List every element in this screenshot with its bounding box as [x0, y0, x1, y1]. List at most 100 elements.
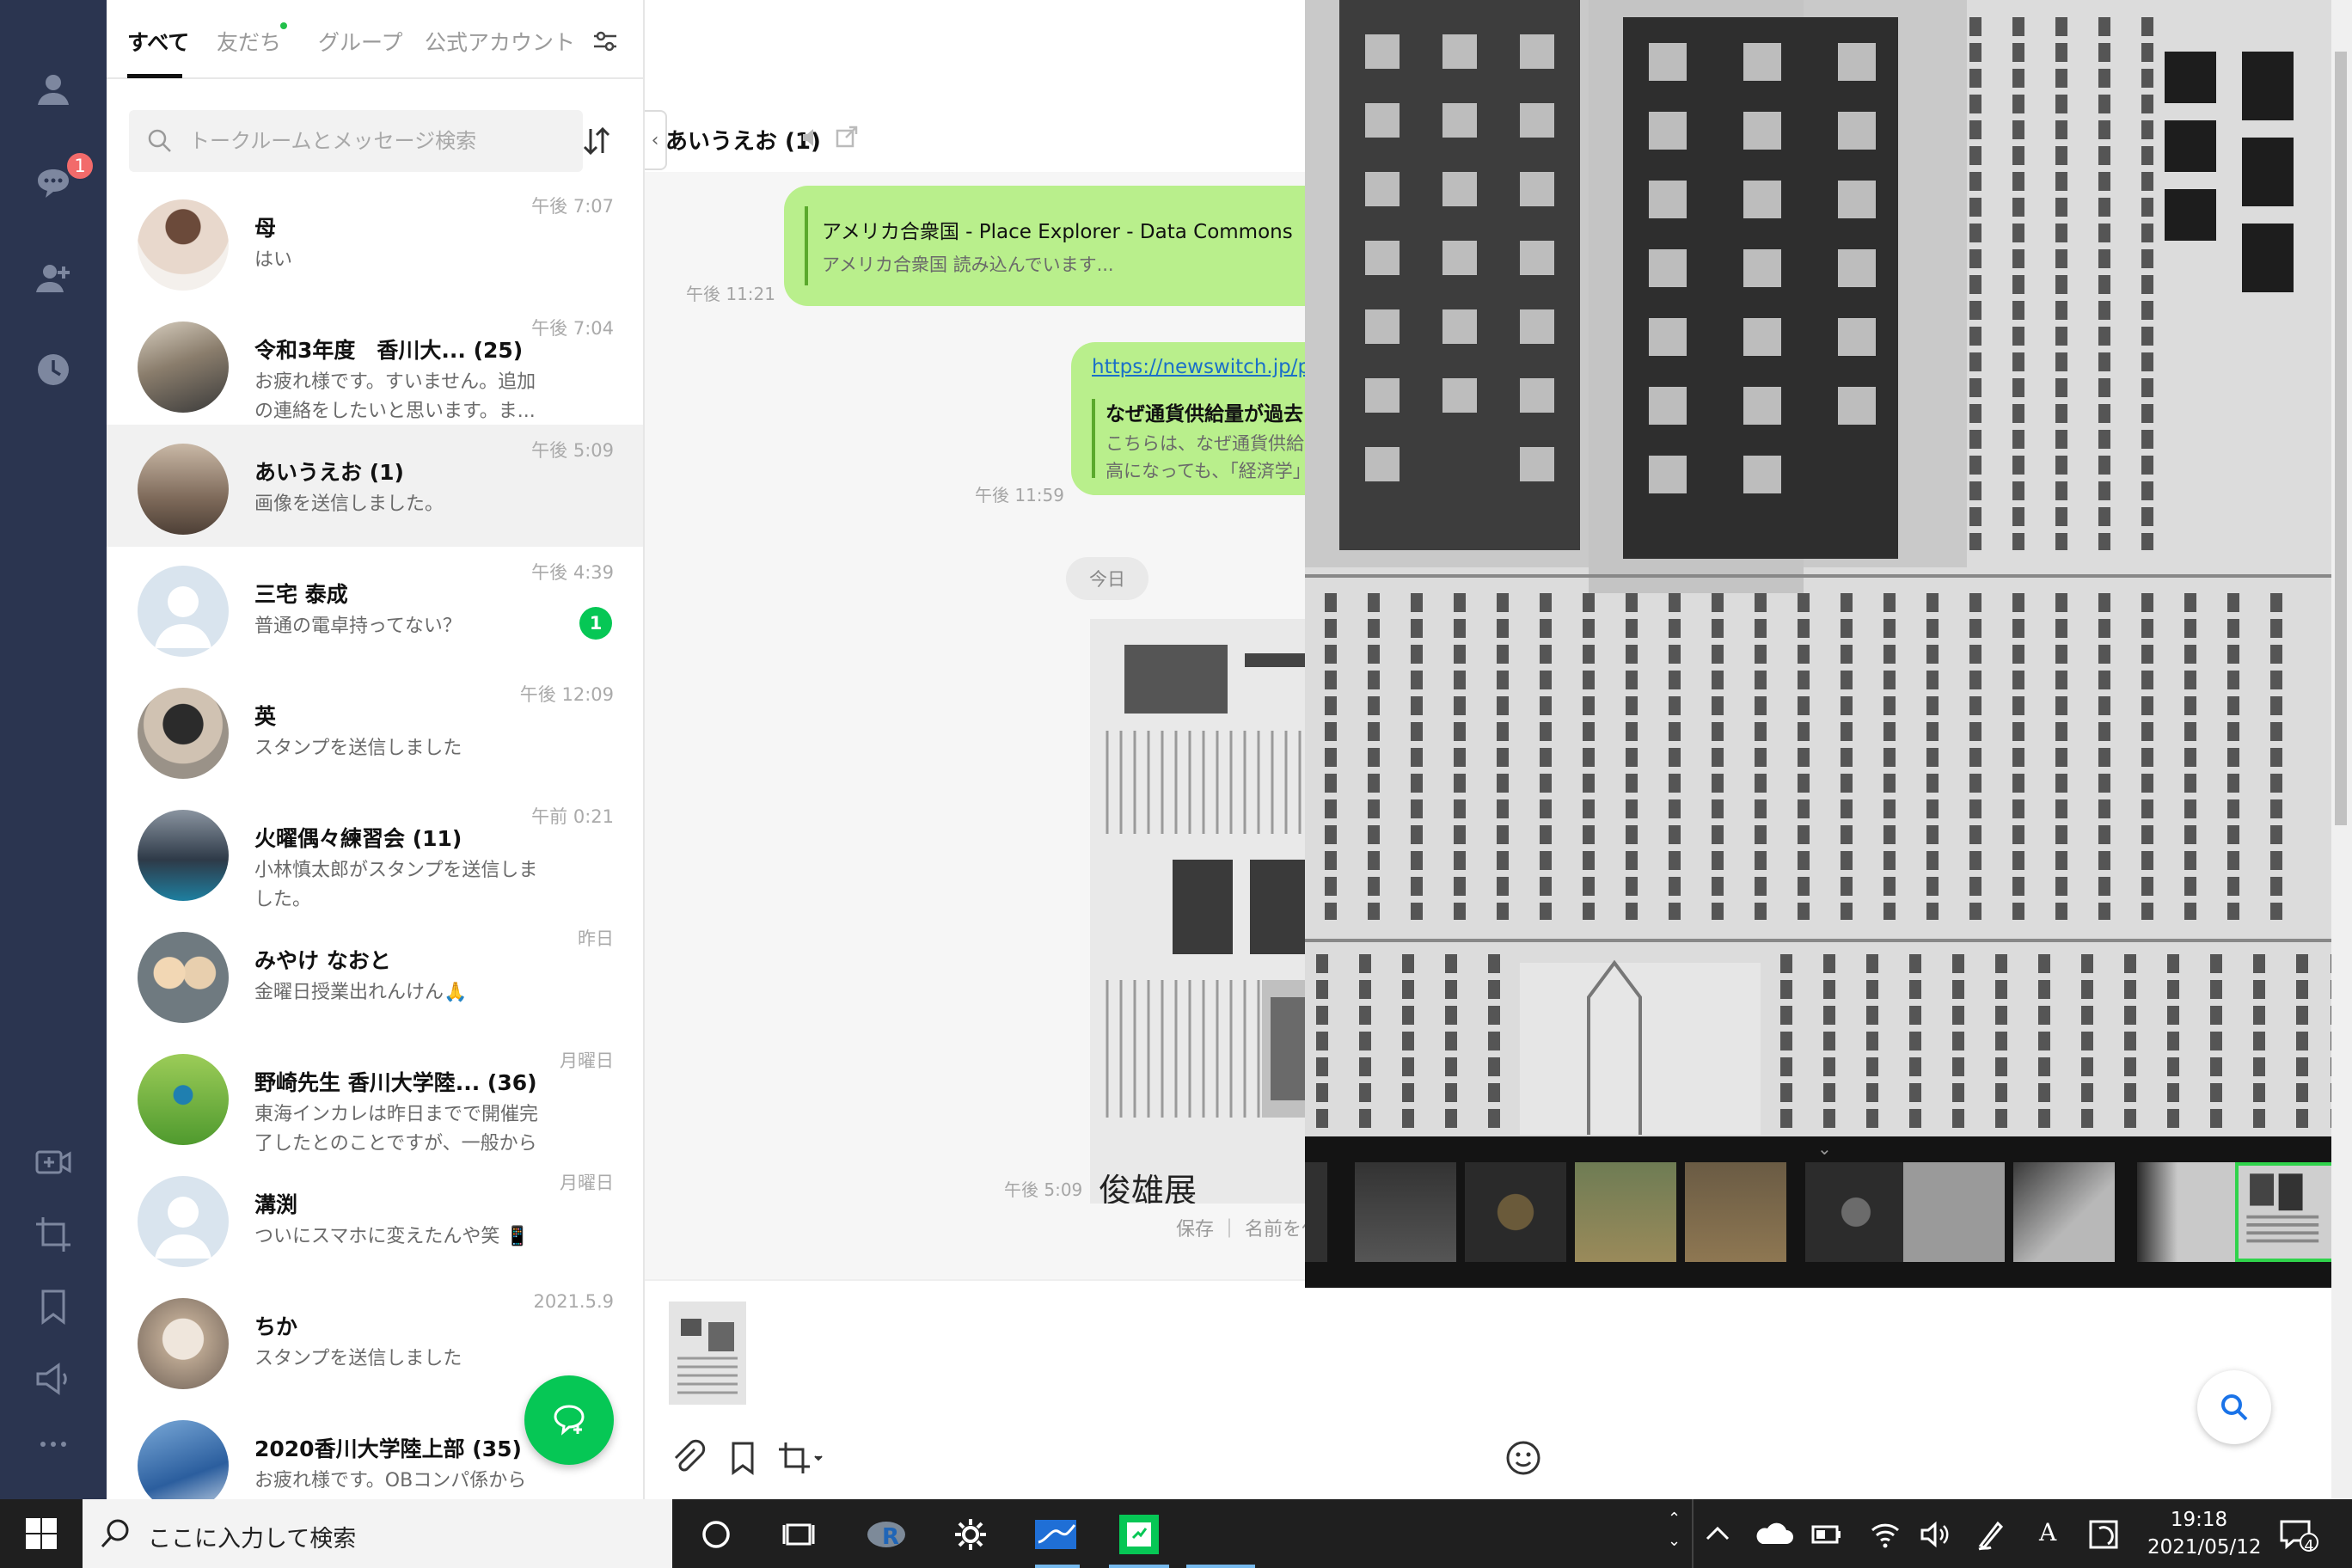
chat-row-aiueo[interactable]: あいうえお (1) 画像を送信しました。 午後 5:09: [107, 425, 643, 547]
pen-ink-icon[interactable]: [1972, 1516, 2008, 1553]
chat-name: 2020香川大学陸上部 (35): [254, 1436, 522, 1461]
newspaper-photo[interactable]: [1305, 0, 2352, 1136]
chat-row-mizobuchi[interactable]: 溝渕 ついにスマホに変えたんや笑 📱 月曜日: [107, 1157, 643, 1279]
screenshot-crop-icon[interactable]: [28, 1209, 79, 1260]
chat-unread-badge: 1: [65, 151, 95, 181]
film-thumbnail[interactable]: [1465, 1162, 1566, 1262]
sort-icon[interactable]: [576, 120, 617, 162]
chat-time: 午前 0:21: [531, 806, 614, 827]
tab-official-accounts[interactable]: 公式アカウント: [425, 26, 575, 57]
chat-row-group-reiwa[interactable]: 令和3年度 香川大... (25) お疲れ様です。すいません。追加の連絡をしたい…: [107, 303, 643, 425]
avatar: [138, 810, 229, 901]
ime-mode-indicator[interactable]: A: [2039, 1518, 2056, 1547]
search-icon: [101, 1519, 129, 1548]
link-preview-bubble[interactable]: アメリカ合衆国 - Place Explorer - Data Commons …: [784, 186, 1334, 306]
chat-row-mother[interactable]: 母 はい 午後 7:07: [107, 181, 643, 303]
add-friend-icon[interactable]: [28, 253, 79, 304]
chat-row-miyake-naoto[interactable]: みやけ なおと 金曜日授業出れんけん🙏 昨日: [107, 913, 643, 1035]
line-app-icon[interactable]: [1119, 1515, 1159, 1554]
film-thumbnail[interactable]: [1685, 1162, 1786, 1262]
film-thumbnail[interactable]: [2137, 1162, 2239, 1262]
tab-friends[interactable]: 友だち: [217, 26, 281, 57]
chat-time: 午後 12:09: [519, 684, 614, 705]
chat-row-hana[interactable]: 英 スタンプを送信しました 午後 12:09: [107, 669, 643, 791]
friends-icon[interactable]: [28, 64, 79, 115]
announcement-icon[interactable]: [28, 1353, 79, 1405]
screenshot-crop-icon[interactable]: [775, 1439, 827, 1477]
taskbar-clock[interactable]: 19:18 2021/05/12: [2147, 1506, 2262, 1561]
shared-url-link[interactable]: https://newswitch.jp/p: [1092, 356, 1310, 378]
room-title: あいうえお (1): [665, 129, 821, 155]
history-clock-icon[interactable]: [28, 344, 79, 395]
mute-speaker-icon[interactable]: [799, 126, 824, 150]
show-hidden-icons-chevron-icon[interactable]: [1702, 1516, 1733, 1553]
new-chat-icon: [554, 1405, 585, 1436]
default-avatar-icon: [155, 1197, 211, 1259]
attach-file-icon[interactable]: [669, 1439, 707, 1477]
chat-time: 月曜日: [560, 1050, 614, 1071]
filter-settings-icon[interactable]: [591, 28, 619, 55]
collapse-filmstrip-icon[interactable]: ⌄: [1817, 1138, 1832, 1159]
video-call-icon[interactable]: [28, 1136, 79, 1188]
emoji-icon[interactable]: [1504, 1439, 1542, 1477]
film-thumbnail[interactable]: [1903, 1162, 2005, 1262]
chats-icon[interactable]: 1: [28, 151, 95, 210]
chat-name: あいうえお (1): [254, 460, 404, 485]
taskbar-search-box[interactable]: ここに入力して検索: [83, 1499, 672, 1568]
chat-name: ちか: [254, 1314, 298, 1339]
zoom-search-button[interactable]: [2197, 1370, 2271, 1444]
cortana-icon[interactable]: [698, 1516, 734, 1553]
film-thumbnail[interactable]: [1305, 1162, 1327, 1262]
battery-icon[interactable]: [1810, 1516, 1843, 1553]
avatar: [138, 1054, 229, 1145]
avatar: [138, 1298, 229, 1389]
film-thumbnail[interactable]: [1355, 1162, 1456, 1262]
chat-last-message: ついにスマホに変えたんや笑 📱: [254, 1226, 530, 1247]
ime-pad-icon[interactable]: [2086, 1516, 2122, 1553]
search-input[interactable]: [189, 110, 567, 172]
task-view-icon[interactable]: [781, 1516, 817, 1553]
tab-groups[interactable]: グループ: [318, 26, 403, 57]
chat-time: 午後 7:07: [531, 196, 614, 217]
chat-name: 火曜偶々練習会 (11): [254, 826, 462, 851]
chat-row-tuesday-practice[interactable]: 火曜偶々練習会 (11) 小林慎太郎がスタンプを送信しました。 午前 0:21: [107, 791, 643, 913]
chat-name: 英: [254, 704, 277, 729]
film-thumbnail[interactable]: [2013, 1162, 2115, 1262]
mail-app-icon[interactable]: [1033, 1516, 1078, 1553]
avatar: [138, 688, 229, 779]
link-subtitle-2: 高になっても、「経済学」: [1106, 461, 1311, 481]
avatar: [138, 932, 229, 1023]
onedrive-cloud-icon[interactable]: [1754, 1516, 1793, 1553]
wifi-icon[interactable]: [1867, 1516, 1903, 1553]
open-external-icon[interactable]: [834, 124, 860, 150]
chat-last-message: スタンプを送信しました: [254, 1348, 462, 1369]
link-subtitle: アメリカ合衆国 読み込んでいます...: [822, 254, 1114, 275]
chat-last-message: はい: [254, 249, 293, 271]
running-indicator: [1109, 1565, 1169, 1568]
magnifier-icon: [2221, 1394, 2248, 1421]
film-thumbnail[interactable]: [1805, 1162, 1907, 1262]
windows-start-icon[interactable]: [24, 1516, 58, 1551]
avatar: [138, 322, 229, 413]
film-thumbnail[interactable]: [1575, 1162, 1676, 1262]
settings-gear-icon[interactable]: [952, 1516, 989, 1553]
chat-row-miyake-taisei[interactable]: 三宅 泰成 普通の電卓持ってない？ 午後 4:39 1: [107, 547, 643, 669]
volume-icon[interactable]: [1917, 1516, 1953, 1553]
chat-row-nozaki-sensei[interactable]: 野崎先生 香川大学陸... (36) 東海インカレは昨日までで開催完了したとのこ…: [107, 1035, 643, 1157]
message-composer: [645, 1279, 1570, 1499]
scrollbar-thumb[interactable]: [2335, 52, 2347, 825]
new-chat-button[interactable]: [524, 1375, 614, 1465]
image-actions[interactable]: 保存 ｜ 名前を付: [1176, 1214, 1320, 1241]
more-icon[interactable]: [28, 1418, 79, 1470]
chat-time: 月曜日: [560, 1173, 614, 1193]
keep-bookmark-icon[interactable]: [28, 1281, 79, 1332]
tray-scroll-arrows[interactable]: ⌃ ⌄: [1668, 1508, 1681, 1553]
tab-all[interactable]: すべて: [127, 26, 189, 57]
film-thumbnail-selected[interactable]: [2235, 1162, 2337, 1262]
r-studio-icon[interactable]: R: [865, 1516, 908, 1553]
chat-last-message: 金曜日授業出れんけん🙏: [254, 982, 468, 1003]
keep-bookmark-icon[interactable]: [724, 1439, 762, 1477]
chat-last-message: 画像を送信しました。: [254, 493, 444, 515]
collapse-list-button[interactable]: ‹: [645, 110, 667, 170]
attached-image-thumbnail[interactable]: [669, 1302, 746, 1405]
